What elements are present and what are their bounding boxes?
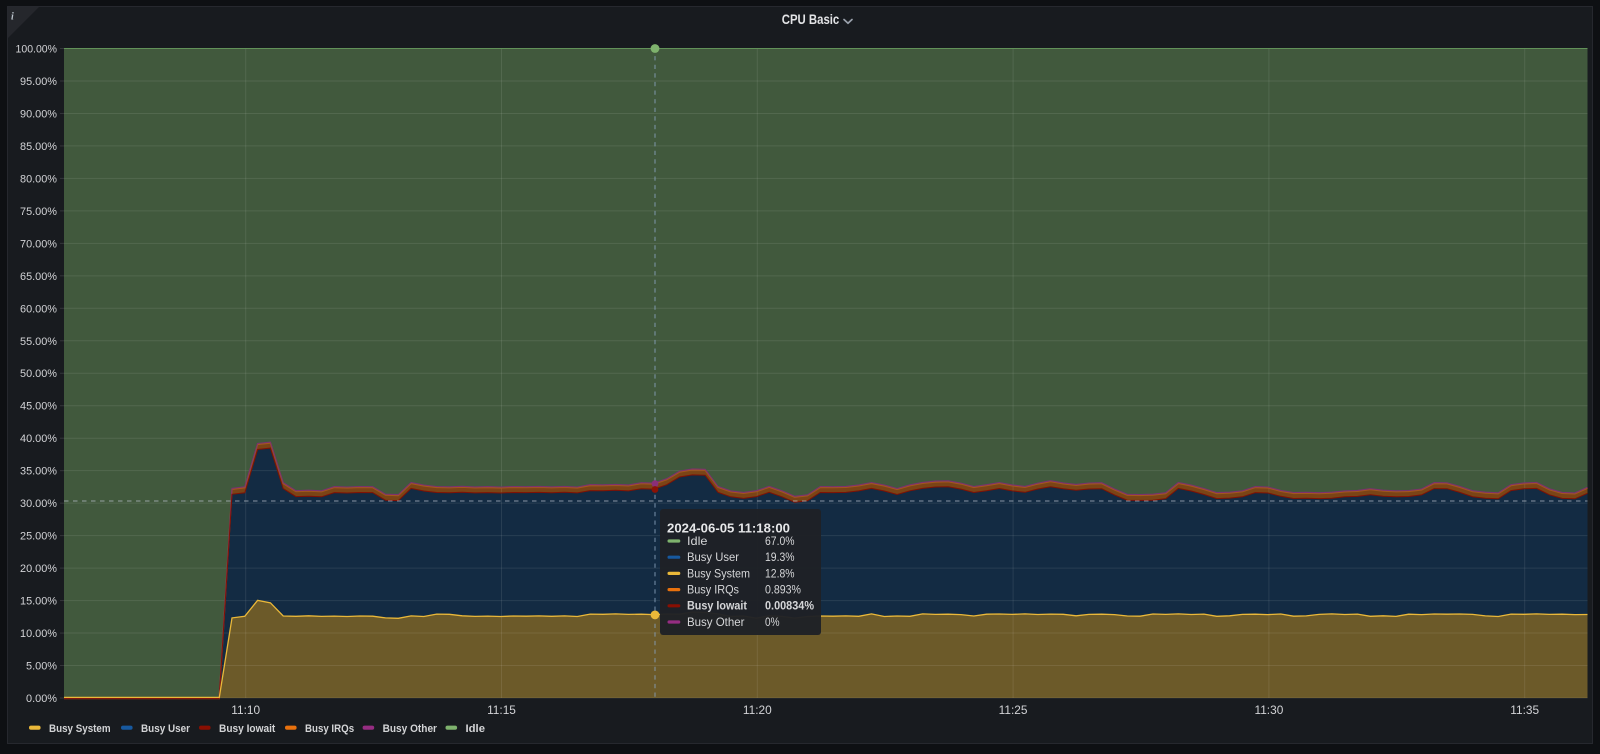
svg-text:25.00%: 25.00% xyxy=(20,531,57,543)
svg-text:Busy Other: Busy Other xyxy=(383,723,438,735)
svg-text:45.00%: 45.00% xyxy=(20,401,57,413)
svg-text:85.00%: 85.00% xyxy=(20,141,57,153)
svg-text:Busy User: Busy User xyxy=(687,550,739,564)
svg-text:11:25: 11:25 xyxy=(999,705,1028,717)
svg-text:67.0%: 67.0% xyxy=(765,534,795,548)
svg-text:12.8%: 12.8% xyxy=(765,566,795,580)
svg-text:95.00%: 95.00% xyxy=(20,76,57,88)
svg-text:75.00%: 75.00% xyxy=(20,206,57,218)
svg-text:0%: 0% xyxy=(765,615,780,629)
svg-text:Busy IRQs: Busy IRQs xyxy=(687,583,739,597)
svg-text:90.00%: 90.00% xyxy=(20,109,57,121)
svg-text:Busy Iowait: Busy Iowait xyxy=(687,599,747,613)
svg-text:55.00%: 55.00% xyxy=(20,336,57,348)
svg-text:11:10: 11:10 xyxy=(231,705,260,717)
svg-text:Busy System: Busy System xyxy=(49,723,111,735)
svg-text:40.00%: 40.00% xyxy=(20,433,57,445)
svg-text:35.00%: 35.00% xyxy=(20,466,57,478)
svg-text:5.00%: 5.00% xyxy=(26,661,57,673)
svg-text:11:20: 11:20 xyxy=(743,705,772,717)
svg-text:0.00%: 0.00% xyxy=(26,693,57,705)
svg-text:15.00%: 15.00% xyxy=(20,596,57,608)
svg-text:Busy System: Busy System xyxy=(687,566,750,580)
svg-text:19.3%: 19.3% xyxy=(765,550,795,564)
svg-text:Idle: Idle xyxy=(466,723,486,735)
svg-text:10.00%: 10.00% xyxy=(20,628,57,640)
svg-text:Busy Iowait: Busy Iowait xyxy=(219,723,276,735)
svg-text:65.00%: 65.00% xyxy=(20,271,57,283)
svg-text:70.00%: 70.00% xyxy=(20,238,57,250)
svg-text:80.00%: 80.00% xyxy=(20,173,57,185)
svg-text:Idle: Idle xyxy=(687,534,708,548)
svg-text:11:30: 11:30 xyxy=(1255,705,1284,717)
svg-text:20.00%: 20.00% xyxy=(20,563,57,575)
svg-text:11:35: 11:35 xyxy=(1510,705,1539,717)
svg-text:Busy User: Busy User xyxy=(141,723,191,735)
svg-text:Busy IRQs: Busy IRQs xyxy=(305,723,354,735)
svg-text:Busy Other: Busy Other xyxy=(687,615,745,629)
svg-text:i: i xyxy=(11,12,14,23)
svg-text:30.00%: 30.00% xyxy=(20,498,57,510)
svg-text:CPU Basic: CPU Basic xyxy=(782,12,840,27)
svg-text:0.00834%: 0.00834% xyxy=(765,599,814,613)
svg-text:50.00%: 50.00% xyxy=(20,368,57,380)
svg-text:60.00%: 60.00% xyxy=(20,303,57,315)
svg-text:0.893%: 0.893% xyxy=(765,583,801,597)
svg-text:11:15: 11:15 xyxy=(487,705,516,717)
svg-text:100.00%: 100.00% xyxy=(16,44,58,56)
